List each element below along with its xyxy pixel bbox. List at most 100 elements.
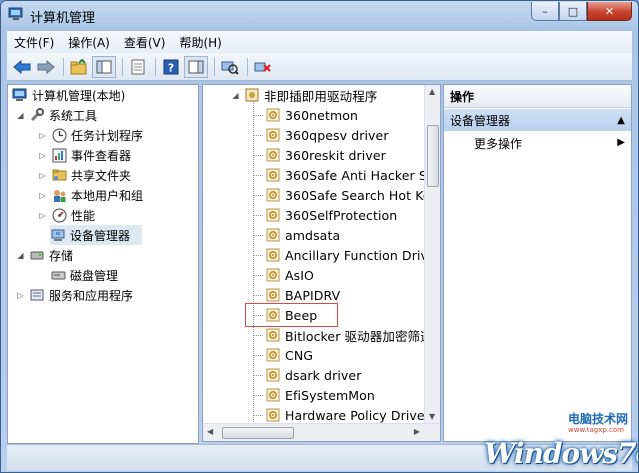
device-item[interactable]: Beep: [253, 305, 317, 325]
tree-root[interactable]: 计算机管理(本地): [12, 85, 125, 105]
tree-item-storage[interactable]: ◢ 存储: [16, 245, 73, 265]
computer-management-icon: [12, 87, 28, 103]
device-item-label: Hardware Policy Driver: [285, 407, 430, 423]
device-item-label: Bitlocker 驱动器加密筛选: [285, 328, 433, 344]
tree-item-disk-management[interactable]: 磁盘管理: [50, 265, 118, 285]
expand-arrow-icon[interactable]: ▷: [16, 291, 25, 300]
collapse-arrow-icon[interactable]: ◢: [16, 111, 25, 120]
device-item[interactable]: AsIO: [253, 265, 314, 285]
expand-arrow-icon[interactable]: ▷: [38, 151, 47, 160]
show-hide-action-pane-button[interactable]: [184, 55, 208, 78]
menu-help[interactable]: 帮助(H): [172, 34, 228, 51]
device-item[interactable]: 360reskit driver: [253, 145, 386, 165]
menu-view[interactable]: 查看(V): [117, 34, 173, 51]
up-one-level-button[interactable]: [68, 57, 90, 77]
tree-item-task-scheduler[interactable]: ▷ 任务计划程序: [38, 125, 143, 145]
driver-icon: [265, 207, 281, 223]
actions-group-label: 设备管理器: [450, 113, 511, 128]
actions-group-device-manager[interactable]: 设备管理器 ▲: [444, 109, 631, 131]
tree-connector: [253, 314, 263, 316]
scan-hardware-button[interactable]: [219, 57, 241, 77]
collapse-up-icon[interactable]: ▲: [617, 115, 625, 126]
submenu-arrow-icon[interactable]: ▶: [617, 137, 625, 148]
device-group-non-pnp[interactable]: ◢ 非即插即用驱动程序: [231, 85, 377, 105]
console-tree-icon: [96, 60, 112, 73]
performance-icon: [51, 207, 67, 223]
tree-item-device-manager[interactable]: 设备管理器: [50, 225, 142, 245]
more-actions-link[interactable]: 更多操作: [474, 135, 522, 152]
device-item[interactable]: Ancillary Function Drive: [253, 245, 436, 265]
scroll-up-arrow-icon[interactable]: ▲: [429, 87, 435, 96]
tree-item-performance[interactable]: ▷ 性能: [38, 205, 95, 225]
export-list-button[interactable]: [127, 57, 149, 77]
device-item[interactable]: EfiSystemMon: [253, 385, 375, 405]
tools-icon: [29, 107, 45, 123]
toolbar-separator: [214, 57, 215, 76]
title-bar[interactable]: 计算机管理 – □ ✕: [1, 1, 638, 29]
device-item-label: CNG: [285, 347, 314, 363]
minimize-button[interactable]: –: [531, 2, 559, 21]
driver-icon: [265, 107, 281, 123]
device-item-label: Beep: [285, 307, 318, 323]
back-button[interactable]: [11, 57, 33, 77]
driver-icon: [265, 267, 281, 283]
collapse-arrow-icon[interactable]: ◢: [16, 251, 25, 260]
tree-item-label: 磁盘管理: [70, 268, 119, 283]
menu-action[interactable]: 操作(A): [61, 34, 117, 51]
help-button[interactable]: ?: [160, 57, 182, 77]
device-item[interactable]: BAPIDRV: [253, 285, 340, 305]
device-item[interactable]: 360Safe Search Hot Key: [253, 185, 438, 205]
device-item-label: dsark driver: [285, 367, 362, 383]
driver-icon: [265, 247, 281, 263]
close-button[interactable]: ✕: [587, 2, 632, 21]
expand-arrow-icon[interactable]: ▷: [38, 131, 47, 140]
expand-arrow-icon[interactable]: ▷: [38, 191, 47, 200]
svg-text:?: ?: [168, 61, 174, 74]
device-item-label: 360Safe Anti Hacker Se: [285, 167, 435, 183]
scroll-right-arrow-icon[interactable]: ▶: [414, 427, 420, 436]
device-item[interactable]: 360SelfProtection: [253, 205, 397, 225]
watermark-title: 电脑技术网: [567, 412, 628, 426]
folder-up-icon: [70, 58, 87, 74]
tree-item-label: 任务计划程序: [71, 128, 144, 143]
show-hide-tree-button[interactable]: [92, 55, 116, 78]
horizontal-scrollbar[interactable]: ◀ ▶: [203, 423, 440, 441]
tree-item-shared-folders[interactable]: ▷ 共享文件夹: [38, 165, 131, 185]
menu-file[interactable]: 文件(F): [7, 34, 61, 51]
actions-pane: 操作 设备管理器 ▲ 更多操作 ▶: [443, 84, 632, 442]
scan-hardware-icon: [221, 61, 239, 75]
expand-arrow-icon[interactable]: ▷: [38, 171, 47, 180]
collapse-arrow-icon[interactable]: ◢: [231, 91, 240, 100]
device-item[interactable]: CNG: [253, 345, 313, 365]
tree-item-services-applications[interactable]: ▷ 服务和应用程序: [16, 285, 133, 305]
tree-connector: [253, 194, 263, 196]
device-item[interactable]: Bitlocker 驱动器加密筛选: [253, 325, 433, 345]
tree-item-local-users[interactable]: ▷ 本地用户和组: [38, 185, 143, 205]
horizontal-scroll-thumb[interactable]: [222, 427, 294, 439]
uninstall-device-button[interactable]: [252, 57, 274, 77]
scroll-down-arrow-icon[interactable]: ▼: [429, 412, 435, 421]
device-manager-icon: [50, 227, 66, 243]
scroll-left-arrow-icon[interactable]: ◀: [207, 427, 213, 436]
action-pane-icon: [188, 60, 204, 73]
expand-arrow-icon[interactable]: ▷: [38, 211, 47, 220]
tree-root-label: 计算机管理(本地): [32, 88, 126, 103]
device-item[interactable]: 360Safe Anti Hacker Se: [253, 165, 435, 185]
device-item[interactable]: dsark driver: [253, 365, 361, 385]
tree-item-system-tools[interactable]: ◢ 系统工具: [16, 105, 97, 125]
toolbar: ?: [7, 53, 632, 81]
device-item[interactable]: 360qpesv driver: [253, 125, 389, 145]
storage-icon: [29, 247, 45, 263]
device-item[interactable]: amdsata: [253, 225, 340, 245]
device-item-label: 360Safe Search Hot Key: [285, 187, 439, 203]
tree-connector: [253, 134, 263, 136]
back-arrow-icon: [13, 59, 31, 74]
maximize-button[interactable]: □: [559, 2, 587, 21]
vertical-scroll-thumb[interactable]: [427, 125, 439, 187]
vertical-scrollbar[interactable]: ▲ ▼: [424, 85, 440, 423]
tree-item-event-viewer[interactable]: ▷ 事件查看器: [38, 145, 131, 165]
device-item[interactable]: Hardware Policy Driver: [253, 405, 430, 425]
device-item[interactable]: 360netmon: [253, 105, 358, 125]
forward-button[interactable]: [35, 57, 57, 77]
device-item-label: EfiSystemMon: [285, 387, 375, 403]
